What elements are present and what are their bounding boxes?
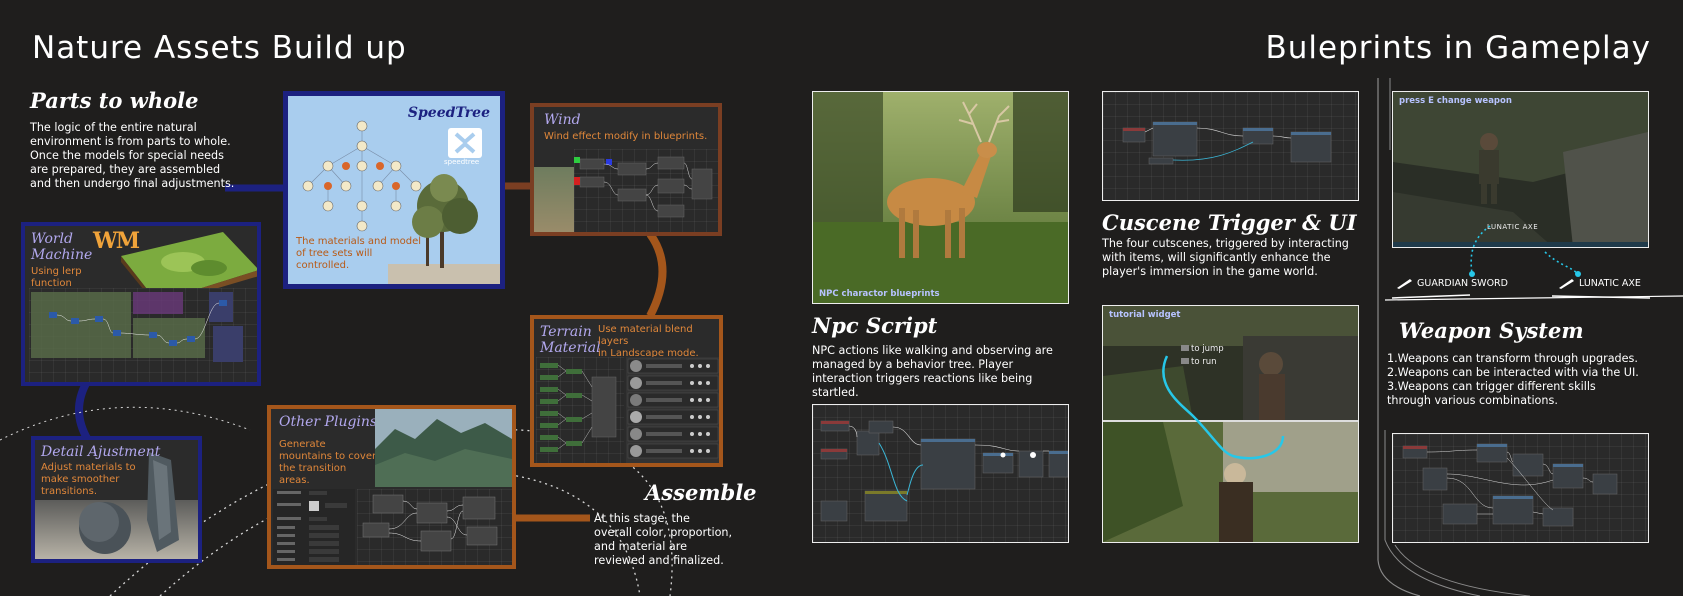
hint-run: to run <box>1181 357 1217 367</box>
world-machine-title-2: Machine <box>31 247 93 263</box>
tutorial-widget-image: tutorial widget to jump to run <box>1102 305 1359 543</box>
axe-icon <box>1558 277 1576 289</box>
weapon-option-a: GUARDIAN SWORD <box>1396 277 1508 289</box>
weapon-option-a-label: GUARDIAN SWORD <box>1417 277 1508 289</box>
weapon-hud-label: LUNATIC AXE <box>1487 223 1539 231</box>
cutscene-text: The four cutscenes, triggered by interac… <box>1102 237 1349 278</box>
detail-adjustment-panel: Detail Ajustment Adjust materials to mak… <box>31 436 202 563</box>
weapon-blueprint-graph <box>1392 433 1649 543</box>
right-page-title: Buleprints in Gameplay <box>1265 30 1651 66</box>
world-machine-title-1: World <box>31 231 73 247</box>
other-plugins-caption: Generate mountains to cover the transiti… <box>279 439 377 486</box>
weapon-heading: Weapon System <box>1399 318 1584 343</box>
terrain-layer-list <box>626 357 719 463</box>
other-plugins-panel: Other Plugins Generate mountains to cove… <box>267 405 516 569</box>
other-plugins-properties <box>273 489 355 565</box>
terrain-material-panel: Terrain Material Use material blend laye… <box>530 315 723 467</box>
assemble-text: At this stage, the overall color, propor… <box>594 512 733 567</box>
parts-to-whole-heading: Parts to whole <box>30 88 199 113</box>
world-machine-graph <box>29 288 257 382</box>
key-icon <box>1181 345 1189 351</box>
terrain-material-title-2: Material <box>540 340 601 356</box>
tutorial-widget-label: tutorial widget <box>1109 310 1181 320</box>
wind-title: Wind <box>544 112 581 128</box>
cutscene-heading: Cuscene Trigger & UI <box>1102 210 1357 235</box>
npc-heading: Npc Script <box>812 313 938 338</box>
npc-deer-image: NPC charactor blueprints <box>812 91 1069 304</box>
terrain-material-title-1: Terrain <box>540 324 592 340</box>
detail-adjustment-caption: Adjust materials to make smoother transi… <box>41 462 136 497</box>
npc-blueprint-graph <box>812 404 1069 543</box>
weapon-option-b-label: LUNATIC AXE <box>1579 277 1641 289</box>
parts-to-whole-text: The logic of the entire natural environm… <box>30 121 235 190</box>
weapon-game-image: press E change weapon LUNATIC AXE <box>1392 91 1649 248</box>
assemble-heading: Assemble <box>645 480 757 505</box>
other-plugins-graph <box>357 489 512 565</box>
speedtree-caption: The materials and model of tree sets wil… <box>296 236 422 271</box>
other-plugins-mountain-image <box>375 409 512 487</box>
speedtree-panel: SpeedTree speedtree The materials and mo… <box>283 91 505 289</box>
wind-panel: Wind Wind effect modify in blueprints. <box>530 103 722 236</box>
wind-caption: Wind effect modify in blueprints. <box>544 131 708 142</box>
key-icon <box>1181 358 1189 364</box>
detail-adjustment-title: Detail Ajustment <box>41 444 161 460</box>
weapon-text: 1.Weapons can transform through upgrades… <box>1387 352 1639 407</box>
other-plugins-title: Other Plugins <box>279 414 378 430</box>
npc-image-label: NPC charactor blueprints <box>819 289 940 299</box>
left-page-title: Nature Assets Build up <box>32 30 407 66</box>
wind-grass-image <box>534 167 574 232</box>
terrain-material-graph <box>536 357 624 463</box>
weapon-image-label: press E change weapon <box>1399 96 1512 106</box>
npc-text: NPC actions like walking and observing a… <box>812 344 1053 399</box>
hint-jump: to jump <box>1181 344 1224 354</box>
sword-icon <box>1396 277 1414 289</box>
weapon-option-b: LUNATIC AXE <box>1558 277 1641 289</box>
terrain-material-caption: Use material blend layers in Landscape m… <box>598 324 699 359</box>
wind-blueprint-graph <box>574 149 718 232</box>
hint-run-text: to run <box>1191 357 1217 367</box>
world-machine-panel: World Machine WM Using lerp function con… <box>21 222 261 386</box>
cutscene-blueprint-graph <box>1102 91 1359 201</box>
hint-jump-text: to jump <box>1191 344 1224 354</box>
